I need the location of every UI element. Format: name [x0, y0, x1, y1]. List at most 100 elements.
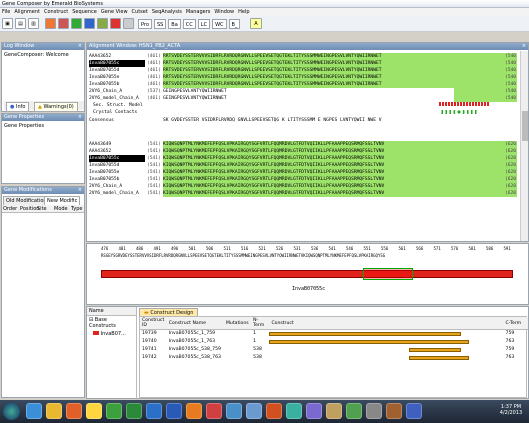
ruler-icon[interactable]	[71, 18, 82, 29]
toolbar-ss-button[interactable]: SS	[153, 19, 167, 29]
tab-info[interactable]: ● Info	[6, 102, 30, 112]
sequence-name[interactable]: InvaB07055d	[89, 162, 145, 169]
close-icon[interactable]: ×	[522, 43, 526, 50]
toolbar-ba-button[interactable]: Ba	[168, 19, 181, 29]
help-icon[interactable]	[406, 403, 422, 419]
ie-icon[interactable]	[26, 403, 42, 419]
sequence-name[interactable]: InvaB07055c	[89, 155, 145, 162]
sort-icon[interactable]	[84, 18, 95, 29]
gene-selection[interactable]	[363, 268, 413, 280]
stickies-icon[interactable]	[86, 403, 102, 419]
menu-cutset[interactable]: Cutset	[132, 9, 148, 15]
start-icon[interactable]	[3, 403, 20, 420]
open-icon[interactable]: ▤	[15, 18, 26, 29]
outlook-icon[interactable]	[146, 403, 162, 419]
network-icon[interactable]	[226, 403, 242, 419]
menu-managers[interactable]: Managers	[186, 9, 211, 15]
explorer-icon[interactable]	[306, 403, 322, 419]
photos-icon[interactable]	[246, 403, 262, 419]
media-player-icon[interactable]	[66, 403, 82, 419]
color-icon[interactable]	[58, 18, 69, 29]
col-construct-name[interactable]: Construct Name	[166, 317, 224, 330]
print-icon[interactable]: ▥	[28, 18, 39, 29]
construct-row[interactable]: 19742 InvaB07055c_538_763 538 763	[140, 354, 528, 362]
alignment-row[interactable]: InvaB07055e (461) RRTSVDEYSSTERVVVSIDRFLRV…	[87, 74, 517, 81]
construct-row[interactable]: 19740 InvaB07055c_1_763 1 763	[140, 338, 528, 346]
alignment-scrollbar[interactable]	[520, 51, 528, 241]
construct-bar[interactable]	[269, 339, 470, 344]
word-icon[interactable]	[166, 403, 182, 419]
col-c-term[interactable]: C-Term	[503, 317, 528, 330]
tree-item[interactable]: InvaB07...	[87, 330, 136, 338]
tab-warnings[interactable]: ▲ Warnings(0)	[34, 102, 78, 112]
mark-icon[interactable]	[110, 18, 121, 29]
construct-row[interactable]: 19739 InvaB07055c_1_759 1 759	[140, 330, 528, 338]
gene-bar[interactable]	[101, 270, 513, 278]
col-construct[interactable]: Construct	[269, 317, 504, 330]
construct-row[interactable]: 19741 InvaB07055c_538_759 538 759	[140, 346, 528, 354]
menu-alignment[interactable]: Alignment	[14, 9, 40, 15]
app-icon[interactable]	[286, 403, 302, 419]
calendar-icon[interactable]	[326, 403, 342, 419]
sequence-name[interactable]: InvaB07055e	[89, 74, 145, 81]
sequence-name[interactable]: AAA43652	[89, 53, 145, 60]
alignment-row[interactable]: InvaB07055e (541) KIQWSQNPTMLYNKMEFEPFQSLV…	[87, 169, 517, 176]
genecomposer-icon[interactable]	[346, 403, 362, 419]
sequence-name[interactable]: AAA43652	[89, 148, 145, 155]
toolbar-pro-button[interactable]: Pro	[138, 19, 152, 29]
sequence-name[interactable]: 2VY6_Chain_A	[89, 183, 145, 190]
col-mutations[interactable]: Mutations	[223, 317, 252, 330]
menu-gene-view[interactable]: Gene View	[101, 9, 128, 15]
toolbar-wc-button[interactable]: WC	[212, 19, 227, 29]
sequence-name[interactable]: InvaB07055c	[89, 60, 145, 67]
chrome-icon[interactable]	[206, 403, 222, 419]
menu-sequence[interactable]: Sequence	[72, 9, 97, 15]
alignment-row[interactable]: 2VY6_model_Chain_A (541) KIQWSQNPTMLYNKMEF…	[87, 190, 517, 197]
alignment-row[interactable]: 2VY6_Chain_A (537) GEINGPESVLVNTYQWIIRNWE…	[87, 88, 517, 95]
sequence-name[interactable]: InvaB07055b	[89, 176, 145, 183]
sequence-name[interactable]: AAA43649	[89, 141, 145, 148]
sequence-name[interactable]: 2VY6_model_Chain_A	[89, 190, 145, 197]
sequence-name[interactable]: 2VY6_Chain_A	[89, 88, 145, 95]
grid-icon[interactable]	[123, 18, 134, 29]
powerpoint-icon[interactable]	[266, 403, 282, 419]
align-icon[interactable]	[45, 18, 56, 29]
alignment-row[interactable]: InvaB07055b (541) KIQWSQNPTMLYNKMEFEPFQSLV…	[87, 176, 517, 183]
menu-seqanalysis[interactable]: SeqAnalysis	[152, 9, 182, 15]
construct-bar[interactable]	[409, 347, 462, 352]
tree-root[interactable]: ⊟ Base Constructs	[87, 316, 136, 330]
close-icon[interactable]: ×	[78, 114, 82, 121]
construct-bar[interactable]	[269, 332, 462, 336]
alignment-row[interactable]: InvaB07055b (461) RRTSVDEYSSTERVVVSIDRFLRV…	[87, 81, 517, 88]
alignment-row[interactable]: InvaB07055d (541) KIQWSQNPTMLYNKMEFEPFQSLV…	[87, 162, 517, 169]
sequence-name[interactable]: InvaB07055d	[89, 67, 145, 74]
alignment-row[interactable]: InvaB07055c (461) RRTSVDEYSSTERVVVSIDRFLRV…	[87, 60, 517, 67]
tool-icon[interactable]	[386, 403, 402, 419]
alignment-row[interactable]: 2VY6_model_Chain_A (461) GEINGPESVLVNTYQW…	[87, 95, 517, 102]
excel-icon[interactable]	[126, 403, 142, 419]
construct-bar[interactable]	[409, 355, 470, 360]
toolbar-cc-button[interactable]: CC	[182, 19, 196, 29]
toolbar-b-button[interactable]: B_	[228, 19, 241, 29]
sequence-name[interactable]: InvaB07055e	[89, 169, 145, 176]
menu-window[interactable]: Window	[214, 9, 234, 15]
close-icon[interactable]: ×	[78, 43, 82, 50]
alignment-row[interactable]: AAA43649 (541) KIQWSQNPTMLYNKMEFEPFQSLVPKA…	[87, 141, 517, 148]
close-icon[interactable]: ×	[78, 187, 82, 194]
settings-icon[interactable]	[366, 403, 382, 419]
alignment-row[interactable]: AAA43652 (461) RRTSVDEYSSTERVVVSIDRFLRVRDQ…	[87, 53, 517, 60]
menu-help[interactable]: Help	[238, 9, 249, 15]
a-icon[interactable]: A	[250, 18, 262, 29]
save-icon[interactable]: ▣	[2, 18, 13, 29]
alignment-row[interactable]: 2VY6_Chain_A (541) KIQWSQNPTMLYNKMEFEPFQSL…	[87, 183, 517, 190]
alignment-row[interactable]: InvaB07055d (461) RRTSVDEYSSTERVVVSIDRFLRV…	[87, 67, 517, 74]
menu-file[interactable]: File	[2, 9, 10, 15]
alignment-row[interactable]: InvaB07055c (541) KIQWSQNPTMLYNKMEFEPFQSLV…	[87, 155, 517, 162]
sequence-name[interactable]: 2VY6_model_Chain_A	[89, 95, 145, 102]
shuffle-icon[interactable]	[97, 18, 108, 29]
toolbar-lc-button[interactable]: LC	[197, 19, 211, 29]
sequence-name[interactable]: InvaB07055b	[89, 81, 145, 88]
alignment-row[interactable]: AAA43652 (541) KIQWSQNPTMLYNKMEFEPFQSLVPKA…	[87, 148, 517, 155]
col-n-term[interactable]: N-Term	[251, 317, 270, 330]
col-construct-id[interactable]: Construct ID	[140, 317, 167, 330]
